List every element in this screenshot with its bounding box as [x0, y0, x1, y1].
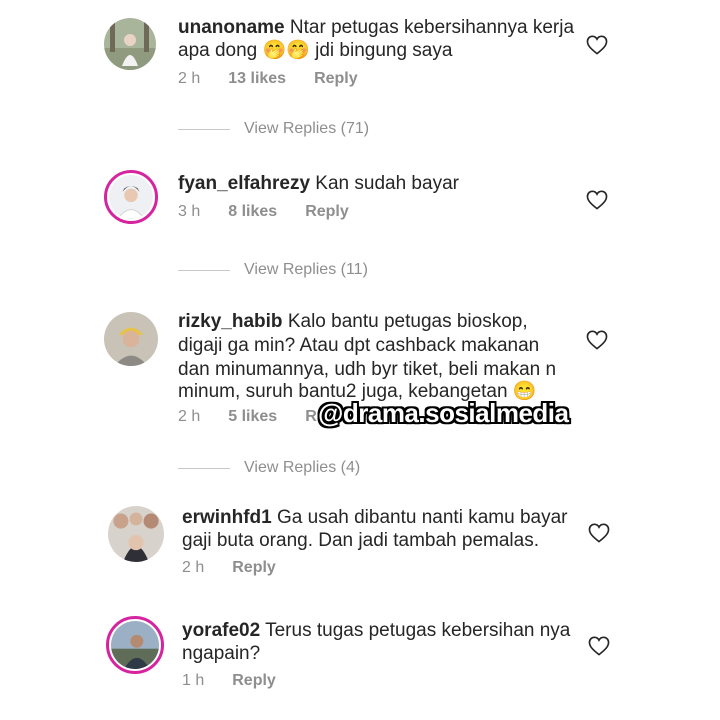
comment-username[interactable]: unanoname	[178, 17, 285, 38]
heart-icon[interactable]	[588, 636, 610, 656]
comment-text: yorafe02 Terus tugas petugas kebersihan …	[182, 619, 570, 642]
replies-divider	[178, 128, 230, 130]
comment-text-line: gaji buta orang. Dan jadi tambah pemalas…	[182, 530, 540, 551]
comment-likes[interactable]: 13 likes	[228, 70, 286, 88]
heart-icon[interactable]	[588, 523, 610, 543]
view-replies-label[interactable]: View Replies (4)	[244, 459, 360, 477]
heart-icon[interactable]	[586, 190, 608, 210]
comment-body: Kalo bantu petugas bioskop,	[287, 311, 528, 332]
comment-meta: 1 h Reply	[182, 672, 304, 690]
replies-divider	[178, 269, 230, 271]
comment-body: Kan sudah bayar	[315, 173, 459, 194]
watermark-text: @drama.sosialmedia	[318, 398, 569, 428]
view-replies-label[interactable]: View Replies (71)	[244, 120, 369, 138]
view-replies[interactable]: View Replies (4)	[178, 459, 360, 477]
comment-username[interactable]: fyan_elfahrezy	[178, 173, 310, 194]
comment-body: Terus tugas petugas kebersihan nya	[265, 620, 571, 641]
heart-icon[interactable]	[586, 330, 608, 350]
avatar[interactable]	[104, 18, 156, 70]
comment-time: 2 h	[178, 70, 201, 87]
comment-meta: 2 h 13 likes Reply	[178, 70, 386, 88]
comment-body: Ga usah dibantu nanti kamu bayar	[277, 507, 568, 528]
comment-text-line: ngapain?	[182, 643, 261, 664]
replies-divider	[178, 467, 230, 469]
avatar-photo	[104, 18, 156, 70]
comment-text-line: apa dong 🤭🤭 jdi bingung saya	[178, 40, 453, 61]
comment-likes[interactable]: 8 likes	[228, 203, 277, 221]
comment-text: rizky_habib Kalo bantu petugas bioskop,	[178, 310, 528, 333]
comment-username[interactable]: erwinhfd1	[182, 507, 272, 528]
avatar-photo	[104, 312, 158, 366]
view-replies-label[interactable]: View Replies (11)	[244, 261, 368, 279]
comment-meta: 3 h 8 likes Reply	[178, 203, 377, 221]
reply-button[interactable]: Reply	[232, 559, 276, 577]
avatar-photo	[111, 621, 159, 669]
reply-button[interactable]: Reply	[314, 70, 358, 88]
reply-button[interactable]: Reply	[232, 672, 276, 690]
comment-likes[interactable]: 5 likes	[228, 408, 277, 426]
comment-body: Ntar petugas kebersihannya kerja	[289, 17, 575, 38]
avatar-photo	[109, 175, 153, 219]
avatar[interactable]	[108, 506, 164, 562]
avatar[interactable]	[106, 616, 164, 674]
view-replies[interactable]: View Replies (11)	[178, 261, 368, 279]
comment-time: 2 h	[178, 408, 201, 425]
comment-time: 3 h	[178, 203, 201, 220]
comment-meta: 2 h Reply	[182, 559, 304, 577]
comment-text: erwinhfd1 Ga usah dibantu nanti kamu bay…	[182, 506, 567, 529]
comment-text-line: digaji ga min? Atau dpt cashback makanan	[178, 335, 540, 356]
comment-text: unanoname Ntar petugas kebersihannya ker…	[178, 16, 574, 39]
comment-username[interactable]: yorafe02	[182, 620, 260, 641]
comment-text-line: dan minumannya, udh byr tiket, beli maka…	[178, 359, 557, 380]
heart-icon[interactable]	[586, 35, 608, 55]
reply-button[interactable]: Reply	[305, 203, 349, 221]
avatar-photo	[108, 506, 164, 562]
comment-text: fyan_elfahrezy Kan sudah bayar	[178, 172, 459, 195]
view-replies[interactable]: View Replies (71)	[178, 120, 369, 138]
avatar[interactable]	[104, 312, 158, 366]
comment-time: 2 h	[182, 559, 205, 576]
avatar[interactable]	[104, 170, 158, 224]
comment-username[interactable]: rizky_habib	[178, 311, 283, 332]
comment-time: 1 h	[182, 672, 205, 689]
reply-button[interactable]: R	[305, 408, 317, 426]
